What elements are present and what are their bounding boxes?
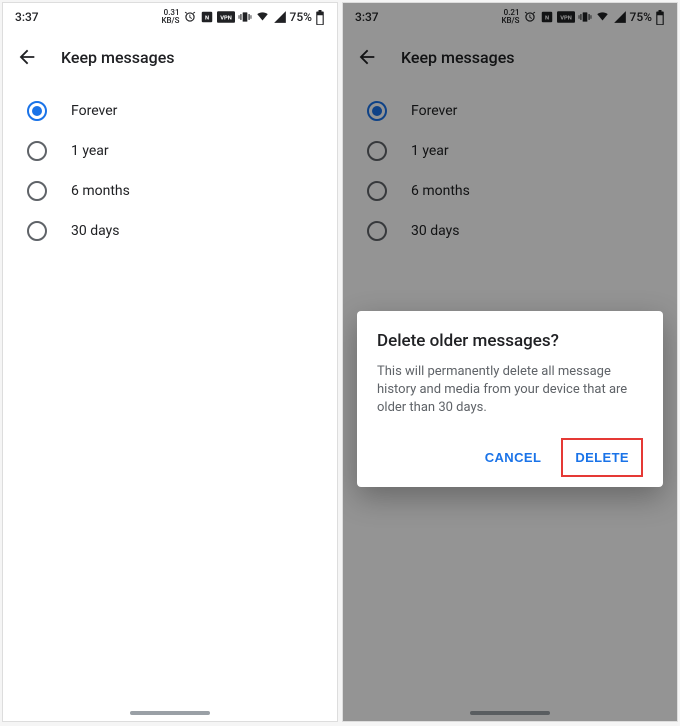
svg-text:N: N	[544, 15, 548, 21]
alarm-icon	[523, 10, 537, 24]
option-30-days[interactable]: 30 days	[343, 211, 677, 251]
option-1-year[interactable]: 1 year	[343, 131, 677, 171]
nfc-icon: N	[540, 10, 554, 24]
signal-icon	[613, 10, 627, 24]
option-label: Forever	[71, 103, 117, 119]
status-bar: 3:37 0.31KB/S N VPN 75%	[3, 3, 337, 31]
option-6-months[interactable]: 6 months	[343, 171, 677, 211]
wifi-icon	[595, 10, 610, 24]
dialog-actions: CANCEL DELETE	[377, 438, 643, 477]
delete-button[interactable]: DELETE	[565, 442, 639, 473]
vpn-icon: VPN	[557, 10, 575, 24]
app-header: Keep messages	[3, 31, 337, 83]
option-label: 6 months	[71, 183, 130, 199]
page-title: Keep messages	[401, 48, 515, 67]
status-time: 3:37	[355, 10, 379, 24]
phone-screen-right: 3:37 0.21KB/S N VPN 75%	[342, 2, 678, 722]
option-forever[interactable]: Forever	[343, 91, 677, 131]
page-title: Keep messages	[61, 48, 175, 67]
radio-icon	[367, 181, 387, 201]
delete-dialog: Delete older messages? This will permane…	[357, 311, 663, 487]
nav-indicator	[470, 711, 550, 715]
svg-text:VPN: VPN	[220, 16, 232, 22]
radio-icon	[367, 221, 387, 241]
radio-icon	[367, 141, 387, 161]
alarm-icon	[183, 10, 197, 24]
battery-icon	[655, 10, 665, 25]
cancel-button[interactable]: CANCEL	[475, 442, 552, 473]
option-forever[interactable]: Forever	[3, 91, 337, 131]
status-bar: 3:37 0.21KB/S N VPN 75%	[343, 3, 677, 31]
option-label: 30 days	[411, 223, 459, 239]
option-label: Forever	[411, 103, 457, 119]
options-list: Forever 1 year 6 months 30 days	[343, 83, 677, 259]
vpn-icon: VPN	[217, 10, 235, 24]
option-1-year[interactable]: 1 year	[3, 131, 337, 171]
option-label: 1 year	[411, 143, 449, 159]
nfc-icon: N	[200, 10, 214, 24]
option-label: 30 days	[71, 223, 119, 239]
highlight-box: DELETE	[561, 438, 643, 477]
svg-text:VPN: VPN	[560, 16, 572, 22]
option-label: 6 months	[411, 183, 470, 199]
options-list: Forever 1 year 6 months 30 days	[3, 83, 337, 259]
radio-icon	[367, 101, 387, 121]
option-6-months[interactable]: 6 months	[3, 171, 337, 211]
app-header: Keep messages	[343, 31, 677, 83]
back-button[interactable]	[15, 45, 39, 69]
radio-icon	[27, 101, 47, 121]
radio-icon	[27, 221, 47, 241]
dialog-title: Delete older messages?	[377, 331, 643, 351]
status-battery-percent: 75%	[290, 10, 312, 24]
vibrate-icon	[238, 10, 252, 24]
status-kbps: 0.21KB/S	[501, 9, 519, 25]
option-30-days[interactable]: 30 days	[3, 211, 337, 251]
dialog-body: This will permanently delete all message…	[377, 363, 643, 418]
svg-text:N: N	[204, 15, 208, 21]
status-time: 3:37	[15, 10, 39, 24]
radio-icon	[27, 181, 47, 201]
signal-icon	[273, 10, 287, 24]
wifi-icon	[255, 10, 270, 24]
phone-screen-left: 3:37 0.31KB/S N VPN 75%	[2, 2, 338, 722]
nav-indicator	[130, 711, 210, 715]
vibrate-icon	[578, 10, 592, 24]
radio-icon	[27, 141, 47, 161]
battery-icon	[315, 10, 325, 25]
back-button[interactable]	[355, 45, 379, 69]
status-kbps: 0.31KB/S	[161, 9, 179, 25]
option-label: 1 year	[71, 143, 109, 159]
status-battery-percent: 75%	[630, 10, 652, 24]
